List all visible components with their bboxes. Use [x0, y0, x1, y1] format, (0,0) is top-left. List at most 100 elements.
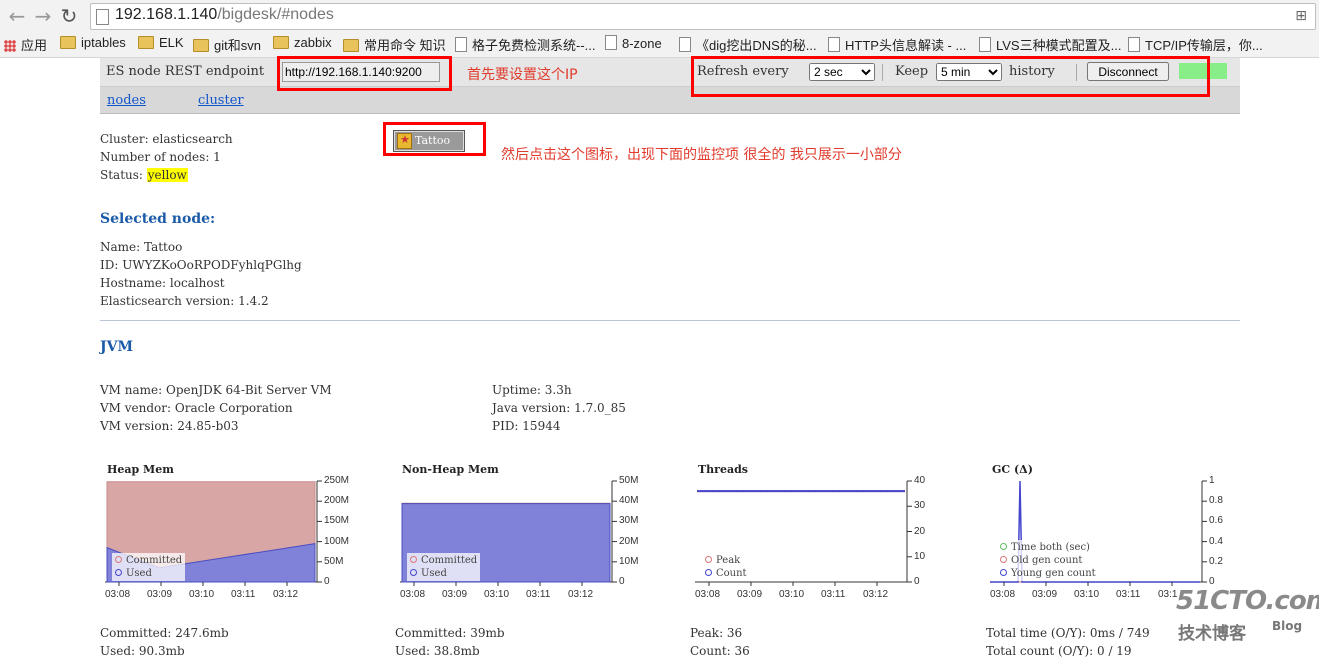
y-tick-label: 30M [619, 515, 639, 527]
y-tick-label: 0.8 [1209, 495, 1223, 507]
legend-dot [1000, 569, 1007, 576]
node-name: Name: Tattoo [100, 240, 183, 254]
page-icon [828, 37, 840, 52]
browser-chrome: ← → ↻ 192.168.1.140/bigdesk/#nodes ⊞ 应用 … [0, 0, 1319, 58]
gc-total-time: Total time (O/Y): 0ms / 749 [986, 626, 1150, 640]
threads-legend: Peak Count [702, 553, 750, 581]
legend-dot [705, 569, 712, 576]
url-host: 192.168.1.140 [115, 6, 218, 23]
y-tick-label: 10 [914, 550, 926, 562]
bookmark-folder[interactable]: ELK [138, 35, 184, 50]
reload-icon[interactable]: ↻ [58, 5, 80, 27]
vm-version: VM version: 24.85-b03 [100, 419, 239, 433]
endpoint-label: ES node REST endpoint [106, 64, 265, 79]
legend-item-committed: Committed [410, 554, 477, 567]
y-tick-label: 40M [619, 495, 639, 507]
y-tick-label: 200M [324, 495, 350, 507]
x-tick-label: 03:11 [231, 589, 256, 600]
nav-cluster-link[interactable]: cluster [198, 93, 244, 108]
legend-item-time-both: Time both (sec) [1000, 541, 1096, 554]
gc-stats: Total time (O/Y): 0ms / 749 Total count (… [986, 624, 1150, 660]
heap-legend: Committed Used [112, 553, 186, 581]
node-es-version: Elasticsearch version: 1.4.2 [100, 294, 269, 308]
heap-chart-title: Heap Mem [107, 463, 174, 476]
annotation-box-endpoint [277, 56, 452, 91]
x-tick-label: 03:10 [779, 589, 805, 600]
vm-vendor: VM vendor: Oracle Corporation [100, 401, 293, 415]
heap-committed: Committed: 247.6mb [100, 626, 229, 640]
y-tick-label: 40 [914, 475, 926, 486]
cluster-status-label: Status: [100, 168, 147, 182]
bookmark-apps[interactable]: 应用 [4, 35, 47, 54]
x-tick-label: 03:09 [442, 589, 468, 600]
folder-icon [343, 39, 359, 52]
gc-chart-title: GC (Δ) [992, 463, 1033, 476]
forward-icon[interactable]: → [32, 5, 54, 27]
nav-nodes-link[interactable]: nodes [107, 93, 146, 108]
uptime: Uptime: 3.3h [492, 383, 572, 397]
threads-stats: Peak: 36 Count: 36 [690, 624, 750, 660]
bookmark-folder[interactable]: git和svn [193, 35, 261, 54]
nonheap-legend: Committed Used [407, 553, 481, 581]
node-hostname: Hostname: localhost [100, 276, 225, 290]
node-button-label: Tattoo [415, 134, 451, 147]
legend-item-used: Used [115, 567, 182, 580]
back-icon[interactable]: ← [6, 5, 28, 27]
legend-item-young-gen: Young gen count [1000, 567, 1096, 580]
address-bar[interactable]: 192.168.1.140/bigdesk/#nodes ⊞ [90, 3, 1316, 30]
legend-item-committed: Committed [115, 554, 182, 567]
y-tick-label: 0.6 [1209, 515, 1223, 527]
y-tick-label: 0 [619, 576, 625, 587]
x-tick-label: 03:10 [1074, 589, 1100, 600]
status-badge: yellow [146, 168, 188, 182]
jvm-info-right: Uptime: 3.3h Java version: 1.7.0_85 PID: 1… [492, 381, 626, 435]
legend-dot [410, 556, 417, 563]
apps-icon [4, 40, 16, 52]
page-icon [605, 35, 617, 50]
y-tick-label: 150M [324, 515, 350, 527]
folder-icon [193, 39, 209, 52]
page-icon [1128, 37, 1140, 52]
annotation-box-refresh [691, 56, 1210, 97]
bookmark-page[interactable]: 《dig挖出DNS的秘... [679, 35, 817, 54]
nonheap-stats: Committed: 39mb Used: 38.8mb [395, 624, 505, 660]
x-tick-label: 03:1 [1158, 589, 1178, 600]
x-tick-label: 03:12 [568, 589, 594, 600]
bookmark-page[interactable]: LVS三种模式配置及... [979, 35, 1121, 54]
bookmark-page[interactable]: 格子免费检测系统--... [455, 35, 596, 54]
bookmark-folder[interactable]: zabbix [273, 35, 332, 50]
x-tick-label: 03:09 [1032, 589, 1058, 600]
translate-icon[interactable]: ⊞ [1295, 8, 1307, 24]
bookmark-page[interactable]: 8-zone [605, 35, 662, 51]
legend-dot [410, 569, 417, 576]
x-tick-label: 03:12 [273, 589, 299, 600]
bookmark-folder[interactable]: iptables [60, 35, 126, 50]
y-tick-label: 0 [324, 576, 330, 587]
folder-icon [273, 36, 289, 49]
node-button[interactable]: ★ Tattoo [393, 130, 465, 152]
threads-peak: Peak: 36 [690, 626, 743, 640]
bookmark-folder[interactable]: 常用命令 知识 [343, 35, 446, 54]
page-icon [679, 37, 691, 52]
node-icon: ★ [397, 133, 412, 149]
legend-item-old-gen: Old gen count [1000, 554, 1096, 567]
y-tick-label: 1 [1209, 475, 1215, 486]
url-path: /bigdesk/#nodes [217, 6, 334, 23]
address-url[interactable]: 192.168.1.140/bigdesk/#nodes [115, 6, 334, 24]
bookmark-page[interactable]: HTTP头信息解读 - ... [828, 35, 966, 54]
y-tick-label: 0 [914, 576, 920, 587]
y-tick-label: 20M [619, 535, 639, 547]
heap-used: Used: 90.3mb [100, 644, 185, 658]
vm-name: VM name: OpenJDK 64-Bit Server VM [100, 383, 332, 397]
x-tick-label: 03:08 [105, 589, 131, 600]
nonheap-committed: Committed: 39mb [395, 626, 505, 640]
page-icon [96, 9, 109, 25]
bookmark-page[interactable]: TCP/IP传输层，你... [1128, 35, 1263, 54]
annotation-click-icon: 然后点击这个图标，出现下面的监控项 很全的 我只展示一小部分 [501, 147, 902, 163]
selected-node-heading: Selected node: [100, 211, 216, 227]
watermark-sub: 技术博客 [1178, 624, 1246, 644]
gc-total-count: Total count (O/Y): 0 / 19 [986, 644, 1132, 658]
folder-icon [60, 36, 76, 49]
y-tick-label: 0.2 [1209, 555, 1223, 567]
x-tick-label: 03:09 [737, 589, 763, 600]
